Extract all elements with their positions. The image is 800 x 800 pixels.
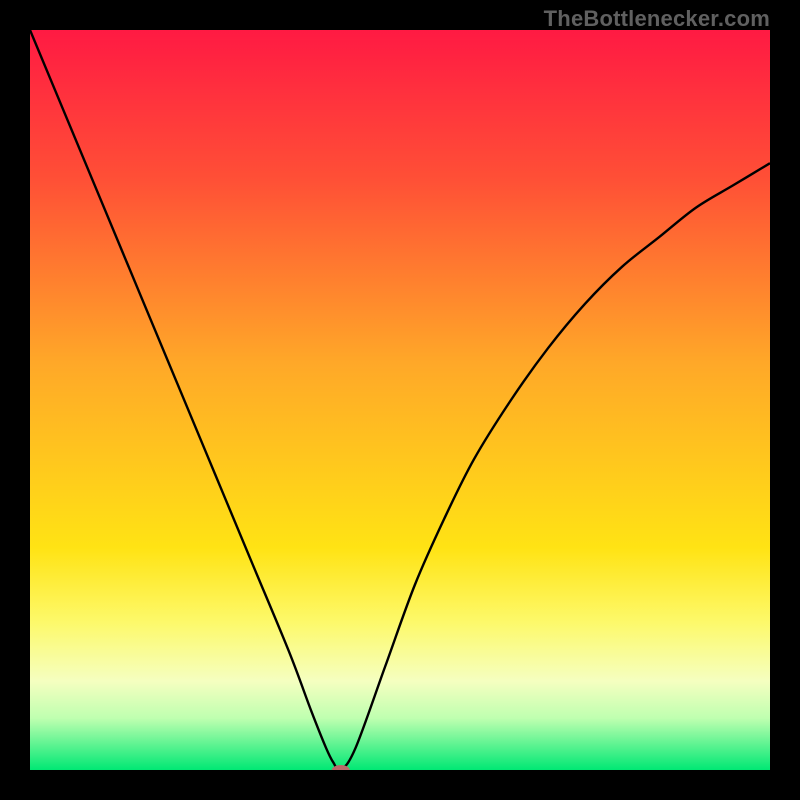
chart-svg [30, 30, 770, 770]
chart-frame: TheBottlenecker.com [0, 0, 800, 800]
credit-text: TheBottlenecker.com [544, 6, 770, 32]
plot-area [30, 30, 770, 770]
gradient-background [30, 30, 770, 770]
